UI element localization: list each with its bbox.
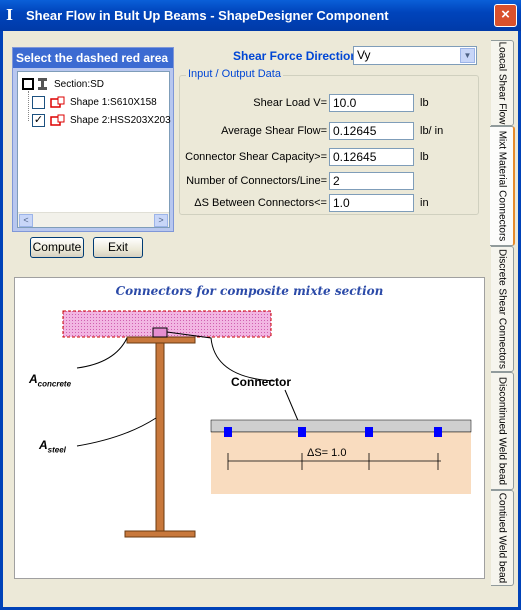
section-drawing [62, 310, 472, 538]
tree-item-shape2[interactable]: Shape 2:HSS203X203 [70, 115, 171, 126]
tree-item-section[interactable]: Section:SD [54, 79, 104, 90]
tab-label: Mixt Material Connectors [496, 130, 507, 242]
connectors-per-line-label: Number of Connectors/Line= [186, 175, 327, 187]
tab-local-shear-flow[interactable]: Loacal Shear Flow [491, 40, 514, 126]
direction-select[interactable]: Vy ▼ [353, 46, 477, 65]
elevation-connector [365, 427, 373, 437]
shape2-checkbox[interactable]: ✓ [32, 114, 45, 127]
app-icon: I [6, 6, 14, 24]
panel-header: Select the dashed red area [13, 48, 173, 68]
tab-discontinued-weld-bead[interactable]: Discontinued Weld bead [491, 372, 514, 490]
spacing-unit: in [420, 197, 429, 209]
avg-shear-flow-unit: lb/ in [420, 125, 444, 137]
compute-button[interactable]: Compute [30, 237, 84, 258]
elevation-connector [224, 427, 232, 437]
shear-load-unit: lb [420, 97, 429, 109]
elevation-slab [211, 432, 471, 494]
connector-capacity-field[interactable]: 0.12645 [329, 148, 414, 166]
steel-pointer [76, 417, 157, 447]
exit-button[interactable]: Exit [93, 237, 143, 258]
shape-icon [50, 96, 65, 108]
spacing-dimension-label: ΔS= 1.0 [307, 447, 347, 459]
elevation-connector [298, 427, 306, 437]
elevation-connector [434, 427, 442, 437]
a-concrete-sub: concrete [37, 379, 72, 389]
shear-load-label: Shear Load V= [253, 97, 327, 109]
tab-label: Contiued Weld bead [496, 492, 508, 584]
connector-label: Connector [231, 375, 291, 389]
shape-icon [50, 114, 65, 126]
spacing-field[interactable]: 1.0 [329, 194, 414, 212]
a-concrete-label: Aconcrete [29, 372, 71, 388]
connector-block [152, 327, 168, 338]
spacing-label: ΔS Between Connectors<= [194, 197, 327, 209]
chevron-down-icon[interactable]: ▼ [460, 48, 475, 63]
close-button[interactable]: × [494, 4, 517, 27]
connector-capacity-unit: lb [420, 151, 429, 163]
a-concrete-main: A [29, 372, 38, 386]
avg-shear-flow-field[interactable]: 0.12645 [329, 122, 414, 140]
connectors-per-line-input[interactable]: 2 [329, 172, 414, 190]
steel-top-flange [126, 336, 196, 344]
tab-discrete-shear-connectors[interactable]: Discrete Shear Connectors [491, 246, 514, 372]
tab-contiued-weld-bead[interactable]: Contiued Weld bead [491, 490, 514, 586]
check-mark: ✓ [33, 114, 44, 126]
a-steel-main: A [39, 438, 48, 452]
steel-web [155, 342, 165, 532]
diagram-canvas: Connectors for composite mixte section A… [14, 277, 485, 579]
vertical-tab-strip: Loacal Shear Flow Mixt Material Connecto… [490, 40, 516, 590]
a-steel-label: Asteel [39, 438, 66, 454]
io-group-title: Input / Output Data [186, 68, 283, 80]
selection-panel: Select the dashed red area Section:SD Sh… [12, 47, 174, 232]
section-tree[interactable]: Section:SD Shape 1:S610X158 ✓ Shape 2:HS… [17, 71, 171, 228]
tree-root-checkbox[interactable] [22, 78, 34, 90]
shear-load-input[interactable]: 10.0 [329, 94, 414, 112]
window-title: Shear Flow in Bult Up Beams - ShapeDesig… [26, 8, 389, 23]
shape1-checkbox[interactable] [32, 96, 45, 109]
a-steel-sub: steel [47, 445, 66, 455]
direction-value: Vy [357, 48, 371, 62]
avg-shear-flow-label: Average Shear Flow= [221, 125, 327, 137]
tab-mixt-material-connectors[interactable]: Mixt Material Connectors [490, 126, 515, 246]
tree-item-shape1[interactable]: Shape 1:S610X158 [70, 97, 157, 108]
direction-label: Shear Force Direction: [233, 49, 362, 63]
section-icon [38, 78, 47, 90]
tree-connector-line [28, 91, 29, 121]
horizontal-scrollbar[interactable]: < > [18, 212, 169, 227]
connector-capacity-label: Connector Shear Capacity>= [185, 151, 327, 163]
tab-label: Discontinued Weld bead [496, 376, 508, 486]
concrete-pointer [76, 337, 128, 369]
steel-bottom-flange [124, 530, 196, 538]
tab-label: Loacal Shear Flow [496, 41, 508, 125]
tab-label: Discrete Shear Connectors [496, 248, 508, 370]
scroll-left-button[interactable]: < [19, 214, 33, 227]
scroll-right-button[interactable]: > [154, 214, 168, 227]
title-bar: I Shear Flow in Bult Up Beams - ShapeDes… [0, 0, 521, 31]
elevation-top-flange [210, 419, 472, 433]
